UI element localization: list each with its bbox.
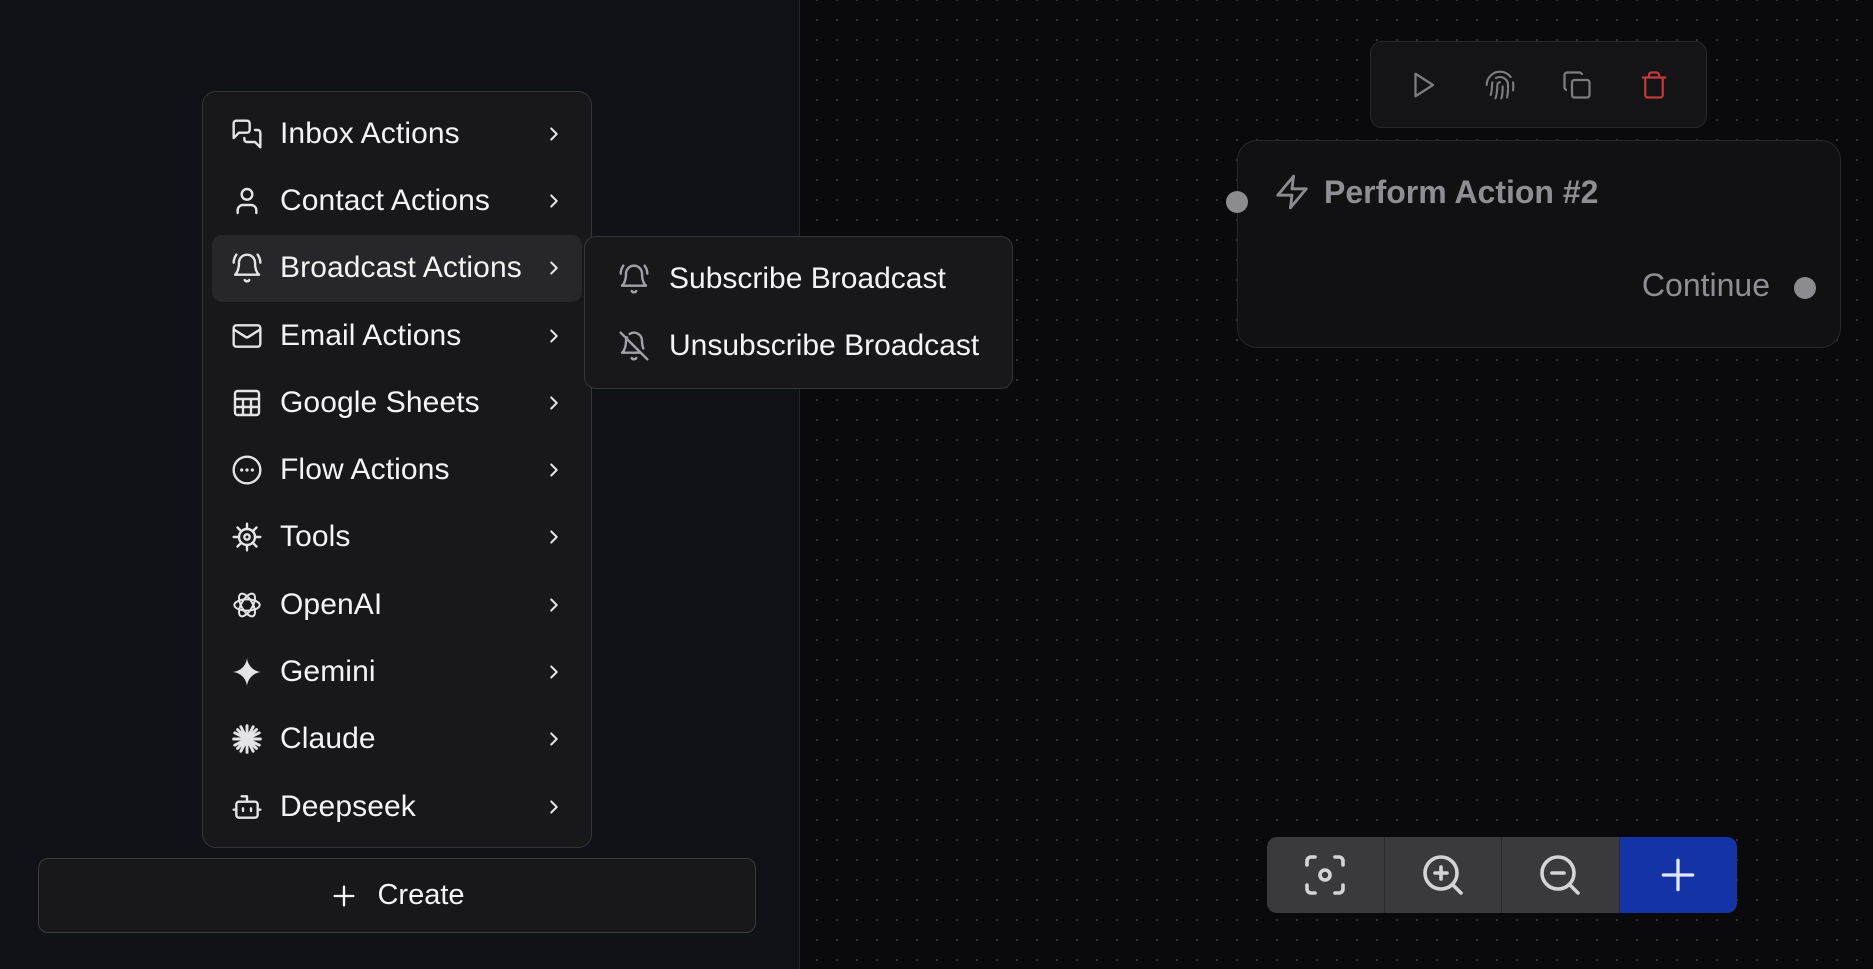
run-node-button[interactable] <box>1398 60 1448 110</box>
menu-item-google-sheets[interactable]: Google Sheets <box>212 369 582 436</box>
node-input-handle[interactable] <box>1226 191 1248 213</box>
menu-item-label: Broadcast Actions <box>280 251 522 285</box>
menu-item-label: Google Sheets <box>280 385 480 419</box>
chevron-right-icon <box>542 593 566 617</box>
menu-item-label: Contact Actions <box>280 183 490 217</box>
menu-item-label: OpenAI <box>280 587 383 621</box>
plus-icon <box>1656 853 1700 897</box>
chevron-right-icon <box>542 525 566 549</box>
trash-icon <box>1639 70 1669 100</box>
chevron-right-icon <box>542 256 566 280</box>
user-icon <box>230 184 264 218</box>
zoom-out-button[interactable] <box>1502 837 1620 913</box>
chevron-right-icon <box>542 122 566 146</box>
chevron-right-icon <box>542 660 566 684</box>
create-button[interactable]: Create <box>38 858 756 933</box>
chat-bubbles-icon <box>230 117 264 151</box>
gemini-sparkle-icon <box>230 655 264 689</box>
menu-item-openai[interactable]: OpenAI <box>212 571 582 638</box>
submenu-item-unsubscribe-broadcast[interactable]: Unsubscribe Broadcast <box>593 312 1004 379</box>
submenu-item-label: Subscribe Broadcast <box>669 261 946 295</box>
more-circle-icon <box>230 453 264 487</box>
zoom-out-icon <box>1536 851 1584 899</box>
zoom-in-icon <box>1419 851 1467 899</box>
broadcast-submenu: Subscribe Broadcast Unsubscribe Broadcas… <box>584 236 1013 389</box>
node-output-handle[interactable] <box>1794 277 1816 299</box>
menu-item-tools[interactable]: Tools <box>212 504 582 571</box>
add-node-button[interactable] <box>1619 837 1737 913</box>
bot-icon <box>230 790 264 824</box>
copy-icon <box>1562 70 1592 100</box>
chevron-right-icon <box>542 391 566 415</box>
node-header: Perform Action #2 <box>1272 172 1598 212</box>
menu-item-inbox-actions[interactable]: Inbox Actions <box>212 100 582 167</box>
menu-item-label: Deepseek <box>280 789 416 823</box>
submenu-item-label: Unsubscribe Broadcast <box>669 328 980 362</box>
menu-item-label: Email Actions <box>280 318 462 352</box>
delete-node-button[interactable] <box>1629 60 1679 110</box>
menu-item-flow-actions[interactable]: Flow Actions <box>212 436 582 503</box>
plus-icon <box>329 881 359 911</box>
scan-focus-icon <box>1301 851 1349 899</box>
menu-item-gemini[interactable]: Gemini <box>212 638 582 705</box>
zap-icon <box>1272 172 1312 212</box>
cog-icon <box>230 520 264 554</box>
canvas-controls <box>1267 837 1737 913</box>
menu-item-label: Flow Actions <box>280 453 450 487</box>
mail-icon <box>230 319 264 353</box>
bell-off-icon <box>617 329 651 363</box>
claude-burst-icon <box>230 722 264 756</box>
play-icon <box>1408 70 1438 100</box>
menu-item-email-actions[interactable]: Email Actions <box>212 302 582 369</box>
chevron-right-icon <box>542 458 566 482</box>
menu-item-label: Inbox Actions <box>280 116 460 150</box>
menu-item-claude[interactable]: Claude <box>212 706 582 773</box>
chevron-right-icon <box>542 324 566 348</box>
submenu-item-subscribe-broadcast[interactable]: Subscribe Broadcast <box>593 245 1004 312</box>
zoom-in-button[interactable] <box>1384 837 1502 913</box>
node-toolbar <box>1370 41 1707 128</box>
fingerprint-icon <box>1484 69 1516 101</box>
openai-icon <box>230 588 264 622</box>
chevron-right-icon <box>542 795 566 819</box>
menu-item-label: Claude <box>280 722 376 756</box>
action-menu: Inbox Actions Contact Actions Broadcast … <box>202 91 592 848</box>
menu-item-deepseek[interactable]: Deepseek <box>212 773 582 840</box>
create-button-label: Create <box>377 879 465 911</box>
duplicate-node-button[interactable] <box>1552 60 1602 110</box>
chevron-right-icon <box>542 727 566 751</box>
menu-item-label: Gemini <box>280 655 376 689</box>
fit-view-button[interactable] <box>1267 837 1385 913</box>
bell-ring-icon <box>230 251 264 285</box>
bell-ring-icon <box>617 262 651 296</box>
sheet-icon <box>230 386 264 420</box>
menu-item-broadcast-actions[interactable]: Broadcast Actions <box>212 234 582 302</box>
chevron-right-icon <box>542 189 566 213</box>
node-id-button[interactable] <box>1475 60 1525 110</box>
node-title: Perform Action #2 <box>1324 173 1599 210</box>
menu-item-contact-actions[interactable]: Contact Actions <box>212 167 582 234</box>
menu-item-label: Tools <box>280 520 351 554</box>
node-output-label: Continue <box>1641 267 1770 303</box>
